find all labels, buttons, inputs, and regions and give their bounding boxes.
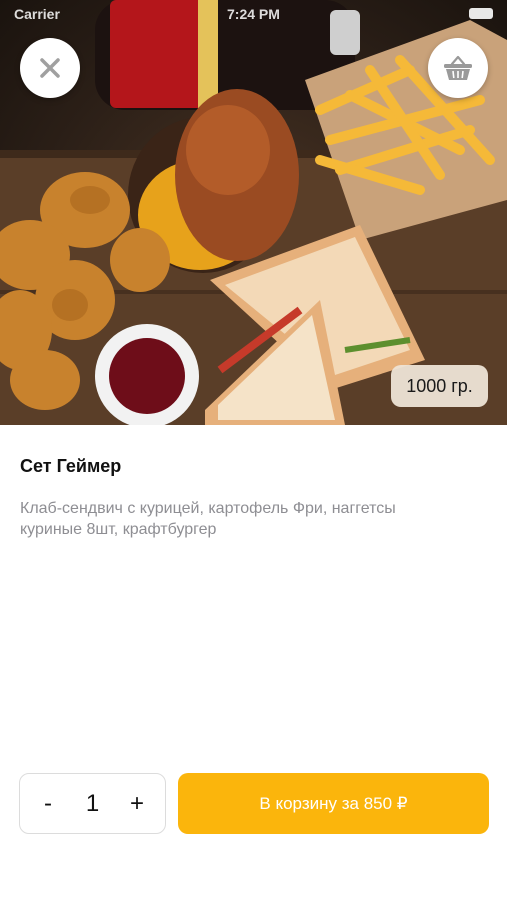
status-bar: Carrier 7:24 PM	[0, 0, 507, 28]
quantity-stepper: - 1 +	[19, 773, 166, 834]
basket-icon	[444, 55, 472, 80]
decrease-quantity-button[interactable]: -	[26, 774, 70, 833]
increase-quantity-button[interactable]: +	[115, 774, 159, 833]
add-to-cart-button[interactable]: В корзину за 850 ₽	[178, 773, 489, 834]
quantity-value: 1	[85, 789, 100, 817]
product-image: Carrier 7:24 PM 1000 гр.	[0, 0, 507, 425]
status-time: 7:24 PM	[227, 6, 280, 22]
close-icon	[40, 58, 60, 78]
product-title: Сет Геймер	[20, 456, 122, 476]
battery-icon	[469, 8, 493, 19]
product-screen: Carrier 7:24 PM 1000 гр. Сет Геймер Клаб…	[0, 0, 507, 900]
product-description: Клаб-сендвич с курицей, картофель Фри, н…	[20, 500, 396, 538]
basket-button[interactable]	[428, 38, 488, 98]
close-button[interactable]	[20, 38, 80, 98]
ketchup	[109, 338, 185, 414]
carrier-label: Carrier	[14, 6, 60, 22]
weight-badge: 1000 гр.	[391, 365, 488, 407]
